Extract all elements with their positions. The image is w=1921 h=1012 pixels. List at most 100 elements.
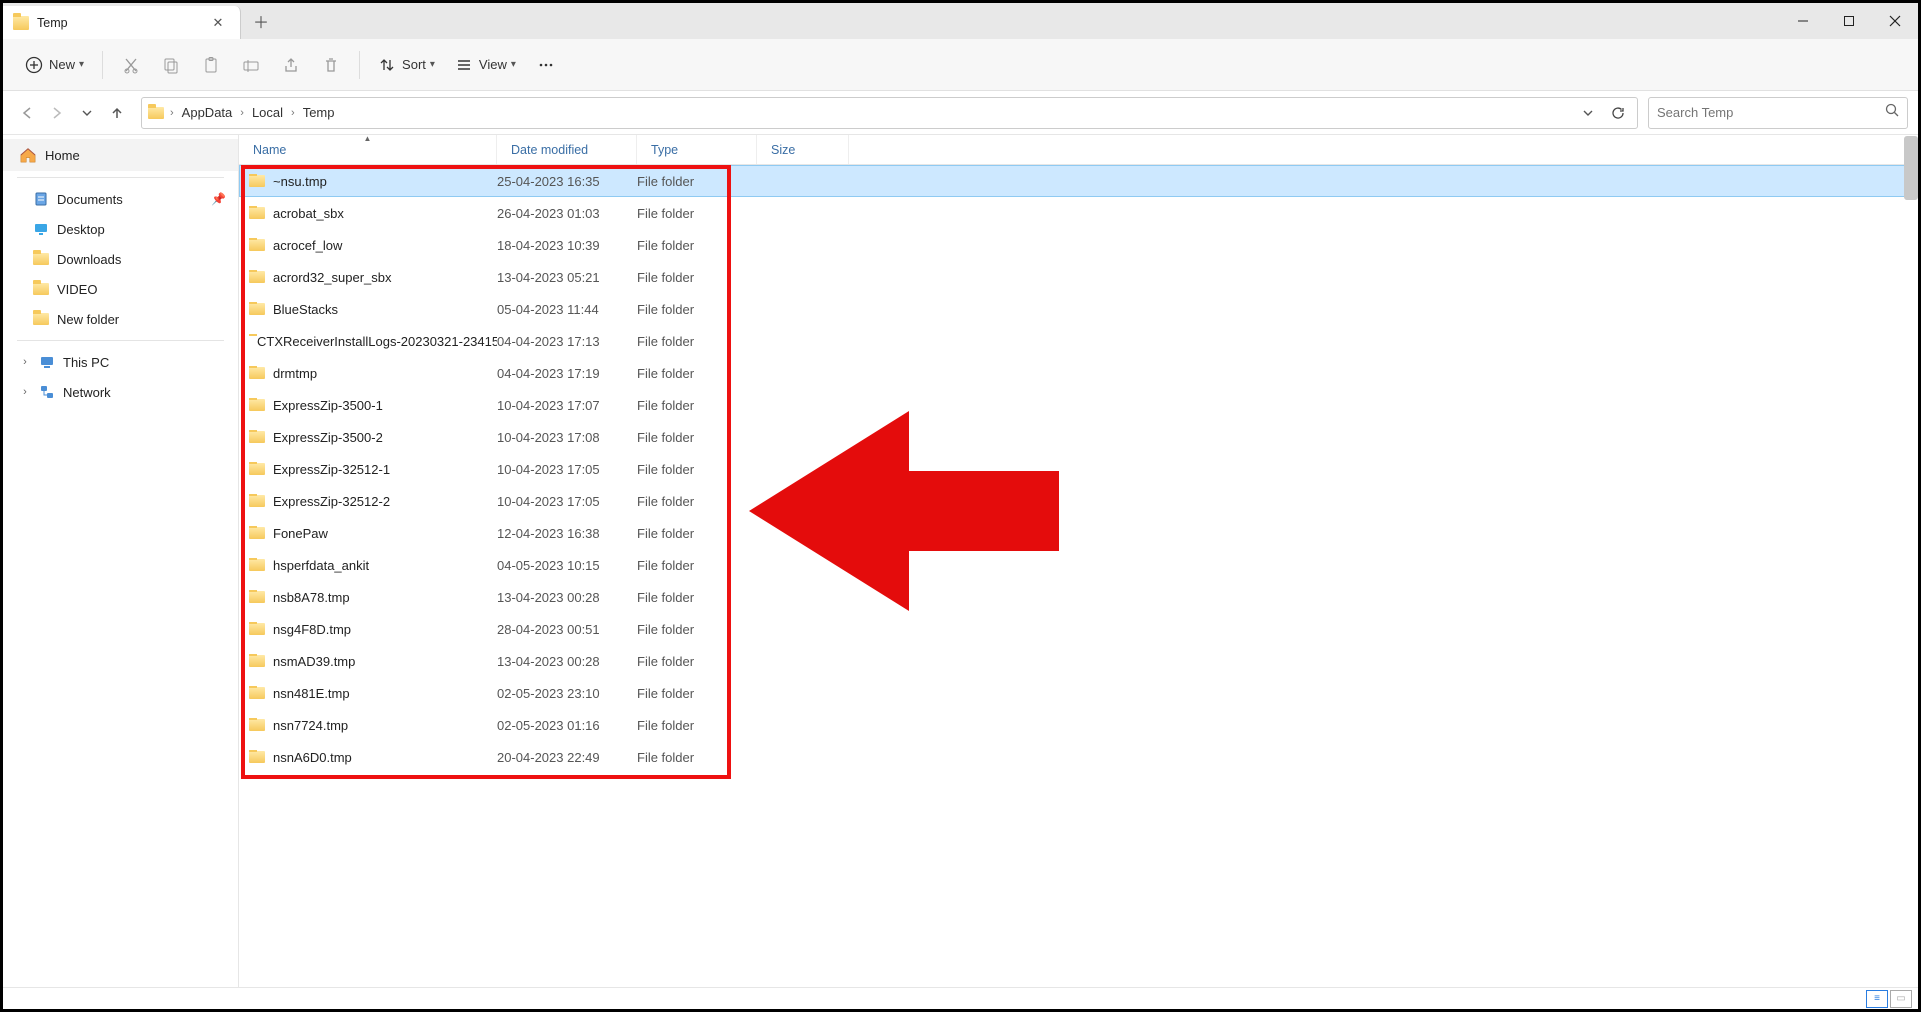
file-row[interactable]: hsperfdata_ankit04-05-2023 10:15File fol… bbox=[239, 549, 1918, 581]
file-name: ExpressZip-3500-1 bbox=[273, 398, 383, 413]
file-row[interactable]: nsmAD39.tmp13-04-2023 00:28File folder bbox=[239, 645, 1918, 677]
file-row[interactable]: acrord32_super_sbx13-04-2023 05:21File f… bbox=[239, 261, 1918, 293]
share-button[interactable] bbox=[273, 47, 309, 83]
breadcrumb-segment[interactable]: AppData bbox=[180, 105, 235, 120]
folder-icon bbox=[249, 367, 265, 379]
nav-home[interactable]: Home bbox=[3, 139, 238, 171]
search-input[interactable] bbox=[1657, 105, 1885, 120]
thumbnails-view-toggle[interactable]: ▭ bbox=[1890, 990, 1912, 1008]
desktop-icon bbox=[33, 221, 49, 237]
file-name: nsmAD39.tmp bbox=[273, 654, 355, 669]
new-button[interactable]: New ▾ bbox=[17, 47, 92, 83]
folder-icon bbox=[249, 719, 265, 731]
file-row[interactable]: BlueStacks05-04-2023 11:44File folder bbox=[239, 293, 1918, 325]
close-window-button[interactable] bbox=[1872, 3, 1918, 39]
chevron-down-icon: ▾ bbox=[79, 59, 84, 70]
delete-button[interactable] bbox=[313, 47, 349, 83]
column-header-name[interactable]: Name ▲ bbox=[239, 135, 497, 164]
folder-icon bbox=[249, 591, 265, 603]
breadcrumb-segment[interactable]: Temp bbox=[301, 105, 337, 120]
navigation-pane: Home Documents 📌 Desktop Downloads VIDEO bbox=[3, 135, 239, 987]
address-bar[interactable]: › AppData › Local › Temp bbox=[141, 97, 1638, 129]
file-row[interactable]: nsn7724.tmp02-05-2023 01:16File folder bbox=[239, 709, 1918, 741]
more-button[interactable] bbox=[528, 47, 564, 83]
arrow-left-icon bbox=[19, 105, 35, 121]
file-date: 02-05-2023 01:16 bbox=[497, 718, 637, 733]
column-header-date[interactable]: Date modified bbox=[497, 135, 637, 164]
file-type: File folder bbox=[637, 366, 757, 381]
file-row[interactable]: nsb8A78.tmp13-04-2023 00:28File folder bbox=[239, 581, 1918, 613]
details-view-toggle[interactable]: ≡ bbox=[1866, 990, 1888, 1008]
vertical-scrollbar[interactable] bbox=[1904, 136, 1918, 200]
cut-button[interactable] bbox=[113, 47, 149, 83]
up-button[interactable] bbox=[103, 99, 131, 127]
view-button[interactable]: View ▾ bbox=[447, 47, 524, 83]
folder-icon bbox=[33, 283, 49, 295]
file-row[interactable]: ExpressZip-32512-210-04-2023 17:05File f… bbox=[239, 485, 1918, 517]
close-icon bbox=[1889, 15, 1901, 27]
new-tab-button[interactable]: ＋ bbox=[241, 3, 281, 39]
chevron-right-icon: › bbox=[238, 107, 246, 119]
search-box[interactable] bbox=[1648, 97, 1908, 129]
paste-button[interactable] bbox=[193, 47, 229, 83]
file-name: nsn481E.tmp bbox=[273, 686, 350, 701]
window-tab[interactable]: Temp ✕ bbox=[3, 6, 241, 39]
file-name: nsb8A78.tmp bbox=[273, 590, 350, 605]
file-name: ~nsu.tmp bbox=[273, 174, 327, 189]
maximize-button[interactable] bbox=[1826, 3, 1872, 39]
nav-quick-item[interactable]: Downloads bbox=[3, 244, 238, 274]
nav-quick-item[interactable]: New folder bbox=[3, 304, 238, 334]
file-name: BlueStacks bbox=[273, 302, 338, 317]
toolbar: New ▾ Sort ▾ View ▾ bbox=[3, 39, 1918, 91]
column-header-size[interactable]: Size bbox=[757, 135, 849, 164]
file-row[interactable]: drmtmp04-04-2023 17:19File folder bbox=[239, 357, 1918, 389]
file-date: 28-04-2023 00:51 bbox=[497, 622, 637, 637]
column-headers: Name ▲ Date modified Type Size bbox=[239, 135, 1918, 165]
file-date: 20-04-2023 22:49 bbox=[497, 750, 637, 765]
forward-button[interactable] bbox=[43, 99, 71, 127]
file-row[interactable]: CTXReceiverInstallLogs-20230321-23415604… bbox=[239, 325, 1918, 357]
file-row[interactable]: ~nsu.tmp25-04-2023 16:35File folder bbox=[239, 165, 1918, 197]
nav-item-label: New folder bbox=[57, 312, 119, 327]
rename-button[interactable] bbox=[233, 47, 269, 83]
sort-button[interactable]: Sort ▾ bbox=[370, 47, 443, 83]
chevron-right-icon: › bbox=[19, 356, 31, 368]
file-date: 13-04-2023 05:21 bbox=[497, 270, 637, 285]
file-name: acrocef_low bbox=[273, 238, 342, 253]
nav-quick-item[interactable]: Desktop bbox=[3, 214, 238, 244]
refresh-button[interactable] bbox=[1605, 100, 1631, 126]
title-bar: Temp ✕ ＋ bbox=[3, 3, 1918, 39]
minimize-icon bbox=[1797, 15, 1809, 27]
file-row[interactable]: ExpressZip-3500-210-04-2023 17:08File fo… bbox=[239, 421, 1918, 453]
nav-quick-item[interactable]: VIDEO bbox=[3, 274, 238, 304]
file-row[interactable]: nsnA6D0.tmp20-04-2023 22:49File folder bbox=[239, 741, 1918, 773]
recent-locations-button[interactable] bbox=[73, 99, 101, 127]
file-date: 04-05-2023 10:15 bbox=[497, 558, 637, 573]
copy-button[interactable] bbox=[153, 47, 189, 83]
arrow-right-icon bbox=[49, 105, 65, 121]
chevron-down-icon: ▾ bbox=[511, 59, 516, 70]
nav-home-label: Home bbox=[45, 148, 80, 163]
nav-quick-item[interactable]: Documents 📌 bbox=[3, 184, 238, 214]
close-tab-icon[interactable]: ✕ bbox=[206, 15, 230, 31]
file-row[interactable]: FonePaw12-04-2023 16:38File folder bbox=[239, 517, 1918, 549]
breadcrumb-segment[interactable]: Local bbox=[250, 105, 285, 120]
file-row[interactable]: ExpressZip-32512-110-04-2023 17:05File f… bbox=[239, 453, 1918, 485]
file-type: File folder bbox=[637, 334, 757, 349]
file-type: File folder bbox=[637, 750, 757, 765]
chevron-down-icon bbox=[81, 107, 93, 119]
file-type: File folder bbox=[637, 302, 757, 317]
address-dropdown-button[interactable] bbox=[1575, 100, 1601, 126]
nav-network[interactable]: › Network bbox=[3, 377, 238, 407]
file-row[interactable]: acrocef_low18-04-2023 10:39File folder bbox=[239, 229, 1918, 261]
column-header-type[interactable]: Type bbox=[637, 135, 757, 164]
file-row[interactable]: ExpressZip-3500-110-04-2023 17:07File fo… bbox=[239, 389, 1918, 421]
minimize-button[interactable] bbox=[1780, 3, 1826, 39]
back-button[interactable] bbox=[13, 99, 41, 127]
file-name: nsn7724.tmp bbox=[273, 718, 348, 733]
file-row[interactable]: nsg4F8D.tmp28-04-2023 00:51File folder bbox=[239, 613, 1918, 645]
file-row[interactable]: acrobat_sbx26-04-2023 01:03File folder bbox=[239, 197, 1918, 229]
file-row[interactable]: nsn481E.tmp02-05-2023 23:10File folder bbox=[239, 677, 1918, 709]
view-label: View bbox=[479, 57, 507, 72]
nav-this-pc[interactable]: › This PC bbox=[3, 347, 238, 377]
